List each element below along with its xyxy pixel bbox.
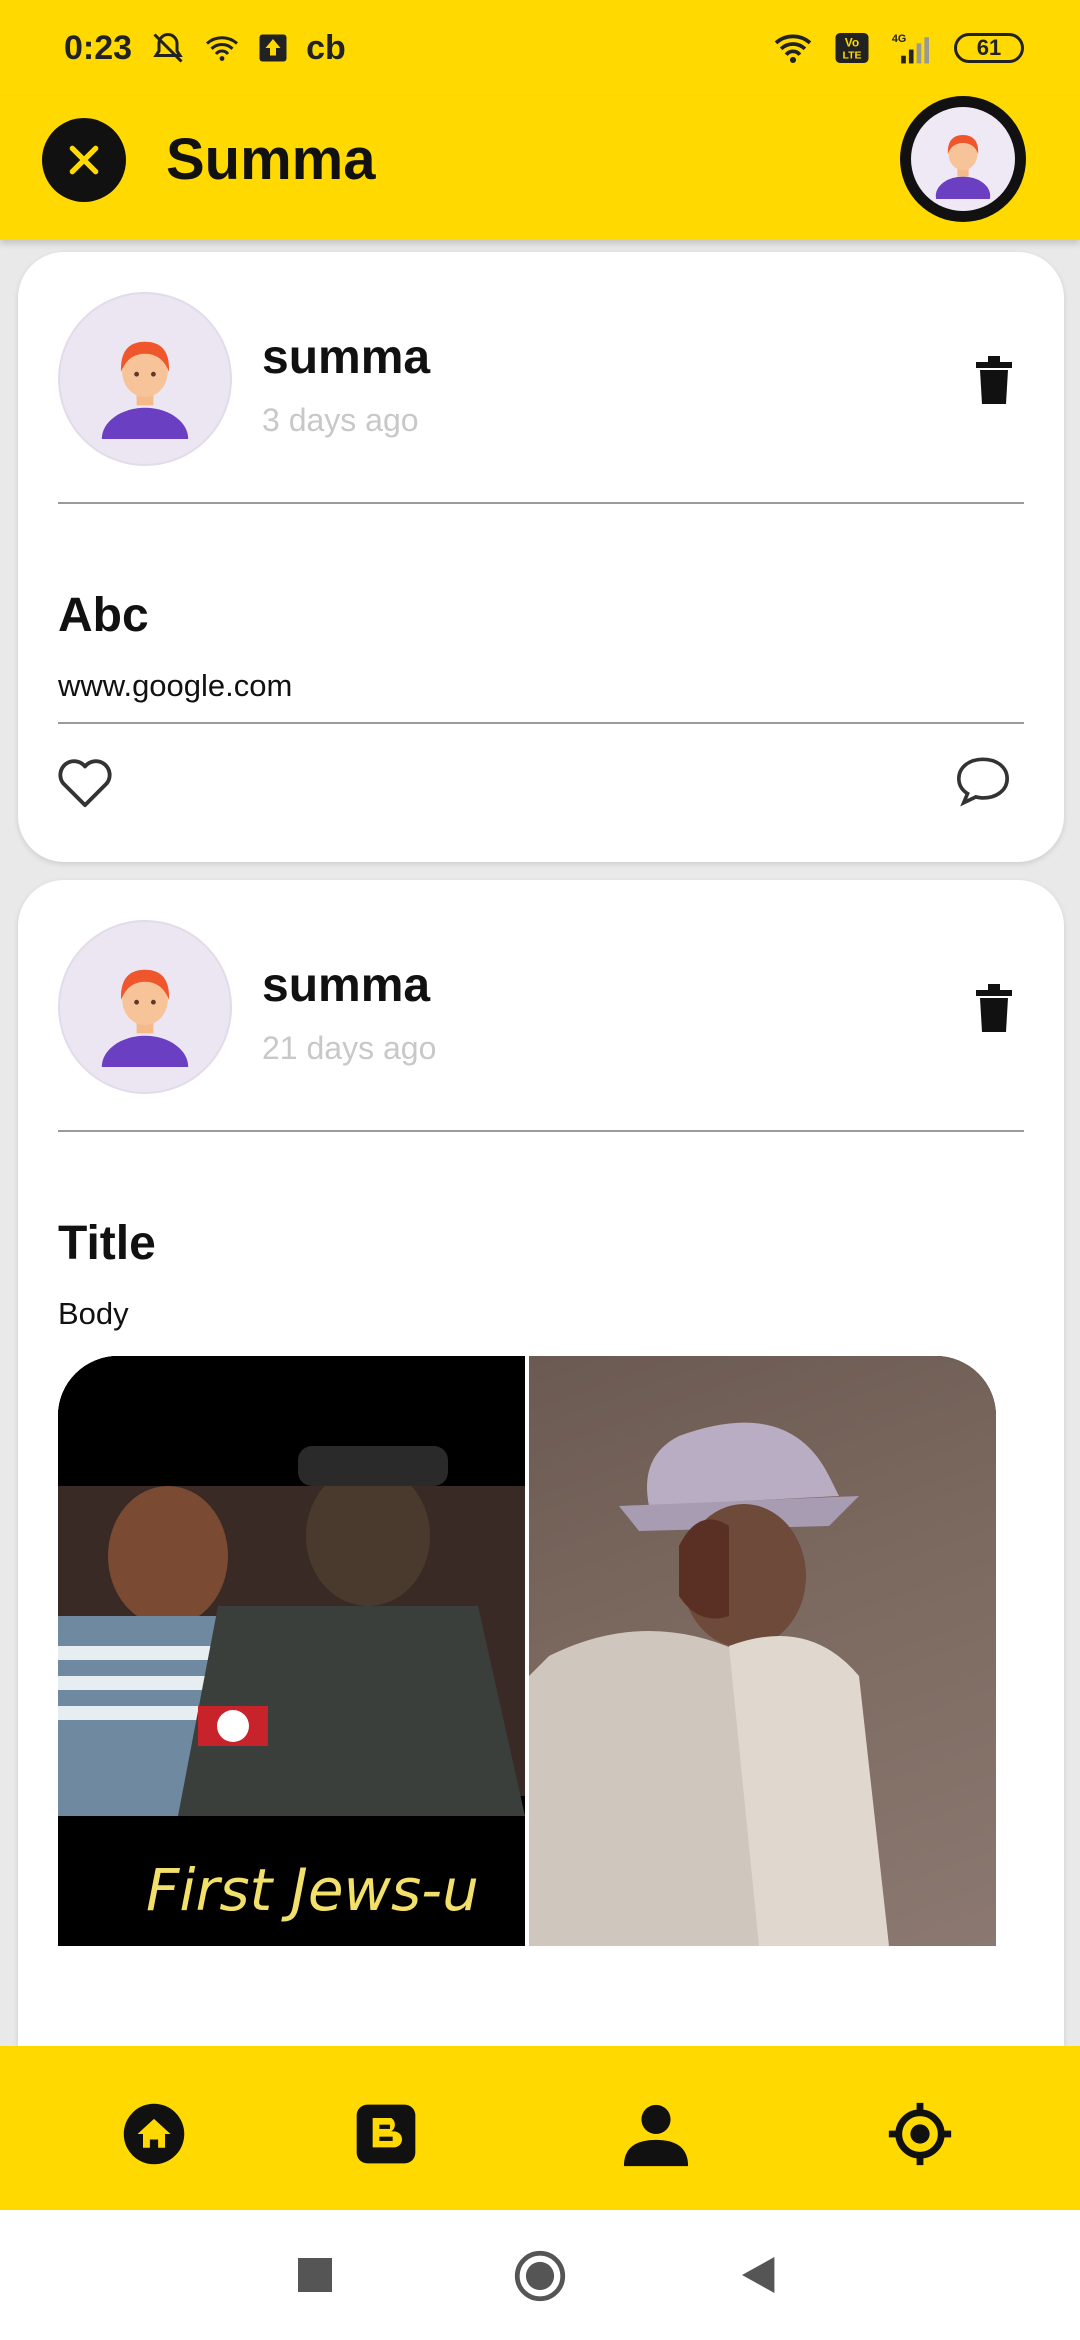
nav-profile[interactable] — [620, 2098, 692, 2170]
post-body: Body — [58, 1296, 129, 1331]
trash-icon — [976, 356, 1012, 404]
divider — [58, 1130, 1024, 1132]
comment-icon — [957, 757, 1009, 807]
nav-locate[interactable] — [884, 2098, 956, 2170]
close-button[interactable] — [42, 118, 126, 202]
media-image-left: First Jews-u — [58, 1356, 525, 1946]
close-icon — [69, 145, 99, 175]
trash-icon — [976, 984, 1012, 1032]
system-navigation — [0, 2210, 1080, 2340]
mute-icon — [150, 30, 186, 66]
wifi-icon — [204, 33, 240, 63]
media-image-right — [529, 1356, 996, 1946]
upload-icon — [258, 33, 288, 63]
locate-icon — [888, 2102, 952, 2166]
battery-indicator: 61 — [954, 33, 1024, 63]
blog-icon — [356, 2104, 416, 2164]
back-button[interactable] — [742, 2256, 778, 2294]
comment-button[interactable] — [954, 754, 1016, 812]
post-username[interactable]: summa — [262, 958, 430, 1013]
home-icon — [123, 2103, 185, 2165]
delete-button[interactable] — [966, 350, 1022, 410]
profile-avatar-icon — [911, 107, 1015, 211]
signal-icon: 4G — [888, 31, 936, 65]
status-right: Vo LTE 4G 61 — [770, 31, 1024, 65]
bottom-navigation — [0, 2046, 1080, 2210]
svg-text:Vo: Vo — [845, 36, 859, 50]
nav-blog[interactable] — [350, 2098, 422, 2170]
carrier-text: cb — [306, 28, 346, 67]
post-body: www.google.com — [58, 668, 293, 703]
person-icon — [623, 2104, 689, 2167]
post-card: summa 3 days ago Abc www.google.com — [18, 252, 1064, 862]
post-timestamp: 3 days ago — [262, 402, 419, 438]
like-icon — [58, 759, 112, 808]
app-bar: Summa — [0, 96, 1080, 240]
back-icon — [742, 2257, 775, 2293]
like-button[interactable] — [56, 754, 118, 810]
post-media[interactable]: First Jews-u — [58, 1356, 996, 1946]
status-left: 0:23 cb — [64, 29, 346, 68]
post-card: summa 21 days ago Title Body First Jews-… — [18, 880, 1064, 2046]
wifi-icon — [770, 31, 816, 65]
volte-icon: Vo LTE — [834, 31, 870, 65]
post-title: Title — [58, 1217, 156, 1270]
media-caption: First Jews-u — [146, 1856, 479, 1924]
nav-home[interactable] — [118, 2098, 190, 2170]
svg-text:4G: 4G — [892, 33, 906, 45]
post-feed[interactable]: summa 3 days ago Abc www.google.com summ… — [0, 240, 1080, 2046]
divider — [58, 722, 1024, 724]
post-username[interactable]: summa — [262, 330, 430, 385]
post-title: Abc — [58, 589, 149, 642]
home-circle-icon — [514, 2250, 566, 2302]
recents-icon — [298, 2258, 332, 2292]
delete-button[interactable] — [966, 978, 1022, 1038]
profile-avatar-button[interactable] — [900, 96, 1026, 222]
post-timestamp: 21 days ago — [262, 1030, 437, 1066]
recents-button[interactable] — [298, 2258, 332, 2292]
svg-text:LTE: LTE — [842, 50, 861, 62]
page-title: Summa — [166, 127, 376, 192]
system-home-button[interactable] — [514, 2250, 566, 2302]
avatar[interactable] — [58, 292, 232, 466]
avatar[interactable] — [58, 920, 232, 1094]
clock: 0:23 — [64, 28, 133, 67]
status-bar: 0:23 cb Vo LTE 4G 61 — [0, 0, 1080, 96]
divider — [58, 502, 1024, 504]
